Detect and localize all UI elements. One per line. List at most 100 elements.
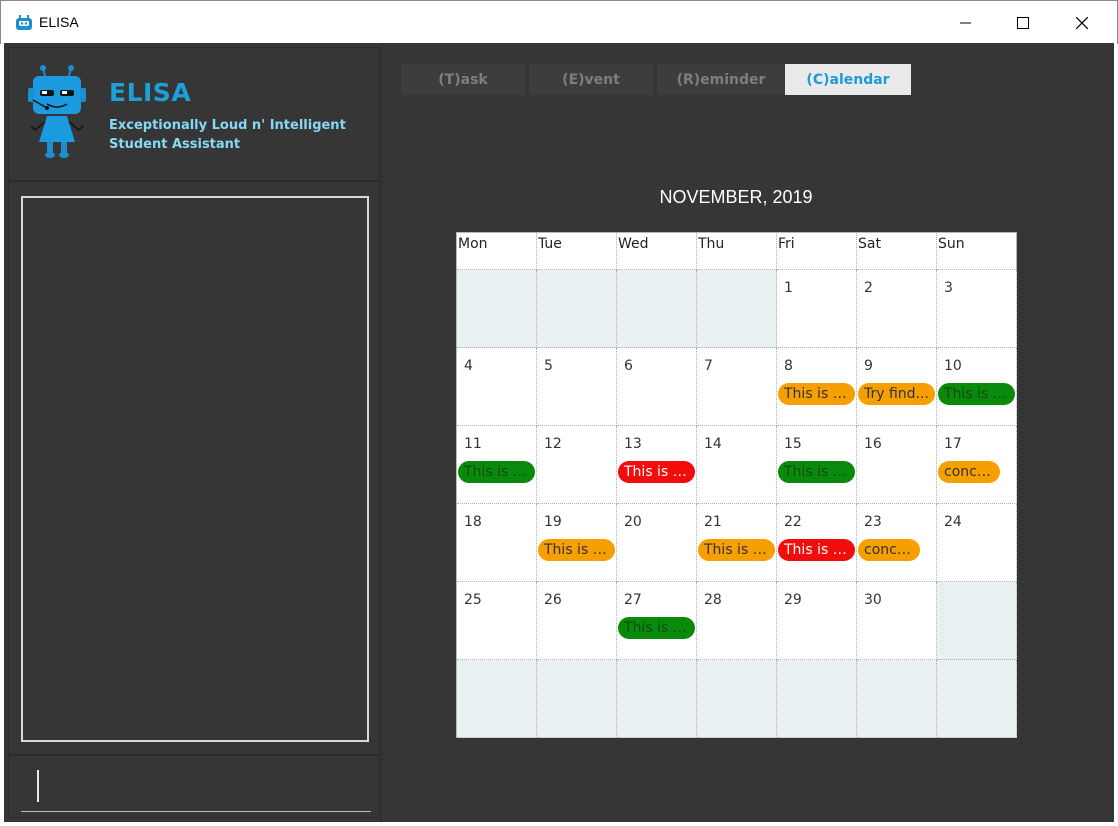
calendar-empty-cell [457,660,537,738]
calendar-day-cell[interactable]: 12 [537,426,617,504]
calendar-event-pill[interactable]: This is a... [458,461,535,483]
day-number: 6 [624,358,633,374]
day-number: 1 [784,280,793,296]
day-number: 27 [624,592,642,608]
calendar-empty-cell [697,660,777,738]
day-number: 19 [544,514,562,530]
calendar-empty-cell [697,270,777,348]
calendar-day-cell[interactable]: 5 [537,348,617,426]
calendar-event-pill[interactable]: This is e... [618,461,695,483]
chat-history-area[interactable] [21,196,369,742]
calendar-event-pill[interactable]: This is a... [778,539,855,561]
calendar-day-cell[interactable]: 1 [777,270,857,348]
calendar-event-pill[interactable]: Try find... [858,383,935,405]
calendar-day-cell[interactable]: 20 [617,504,697,582]
calendar-day-cell[interactable]: 13 This is e... [617,426,697,504]
calendar-day-cell[interactable]: 25 [457,582,537,660]
calendar-day-cell[interactable]: 22 This is a... [777,504,857,582]
command-input[interactable] [21,766,371,812]
calendar-empty-cell [537,270,617,348]
text-cursor [37,770,39,802]
close-button[interactable] [1053,1,1111,45]
calendar-day-cell[interactable]: 27 This is e... [617,582,697,660]
minimize-button[interactable] [937,1,995,45]
day-number: 14 [704,436,722,452]
weekday-header-mon: Mon [457,233,537,270]
chat-container [8,181,380,755]
calendar-event-pill[interactable]: This is e... [538,539,615,561]
tab-calendar[interactable]: (C)alendar [785,64,911,95]
tab-event[interactable]: (E)vent [529,64,653,95]
day-number: 12 [544,436,562,452]
day-number: 5 [544,358,553,374]
calendar-empty-cell [617,660,697,738]
day-number: 20 [624,514,642,530]
calendar-event-pill[interactable]: This is a... [778,383,855,405]
day-number: 10 [944,358,962,374]
calendar-day-cell[interactable]: 3 [937,270,1017,348]
calendar-day-cell[interactable]: 29 [777,582,857,660]
calendar-empty-cell [457,270,537,348]
day-number: 23 [864,514,882,530]
calendar-day-cell[interactable]: 17 concert [937,426,1017,504]
calendar-event-pill[interactable]: concert [938,461,1000,483]
weekday-header-tue: Tue [537,233,617,270]
calendar-day-cell[interactable]: 6 [617,348,697,426]
day-number: 30 [864,592,882,608]
calendar-day-cell[interactable]: 24 [937,504,1017,582]
calendar-day-cell[interactable]: 10 This is a... [937,348,1017,426]
calendar-event-pill[interactable]: concert [858,539,920,561]
calendar-empty-cell [537,660,617,738]
brand-subtitle: Exceptionally Loud n' Intelligent Studen… [109,116,369,154]
calendar-weekday-header: Mon Tue Wed Thu Fri Sat Sun [457,233,1017,270]
tab-task[interactable]: (T)ask [401,64,525,95]
calendar-event-pill[interactable]: This is e... [778,461,855,483]
weekday-header-fri: Fri [777,233,857,270]
tab-reminder[interactable]: (R)eminder [657,64,785,95]
calendar-day-cell[interactable]: 23 concert [857,504,937,582]
calendar-day-cell[interactable]: 11 This is a... [457,426,537,504]
calendar-day-cell[interactable]: 15 This is e... [777,426,857,504]
day-number: 8 [784,358,793,374]
brand-subtitle-line2: Student Assistant [109,137,241,152]
calendar-day-cell[interactable]: 26 [537,582,617,660]
window-title: ELISA [39,14,79,30]
calendar-empty-cell [857,660,937,738]
calendar-day-cell[interactable]: 16 [857,426,937,504]
calendar-event-pill[interactable]: This is e... [698,539,775,561]
calendar-empty-cell [937,660,1017,738]
day-number: 24 [944,514,962,530]
calendar-day-cell[interactable]: 2 [857,270,937,348]
calendar-empty-cell [617,270,697,348]
calendar-event-pill[interactable]: This is a... [938,383,1015,405]
day-number: 25 [464,592,482,608]
calendar-day-cell[interactable]: 9 Try find... [857,348,937,426]
calendar-month-title: NOVEMBER, 2019 [659,187,813,207]
day-number: 7 [704,358,713,374]
day-number: 29 [784,592,802,608]
calendar-day-cell[interactable]: 14 [697,426,777,504]
calendar-day-cell[interactable]: 7 [697,348,777,426]
calendar-event-pill[interactable]: This is e... [618,617,695,639]
brand-title: ELISA [109,78,192,107]
calendar-day-cell[interactable]: 19 This is e... [537,504,617,582]
maximize-button[interactable] [994,1,1052,45]
weekday-header-thu: Thu [697,233,777,270]
calendar-day-cell[interactable]: 21 This is e... [697,504,777,582]
calendar-empty-cell [777,660,857,738]
calendar-day-cell[interactable]: 18 [457,504,537,582]
calendar-day-cell[interactable]: 30 [857,582,937,660]
robot-mascot-logo [28,65,86,158]
day-number: 17 [944,436,962,452]
calendar-empty-cell [937,582,1017,660]
calendar-day-cell[interactable]: 28 [697,582,777,660]
day-number: 9 [864,358,873,374]
day-number: 15 [784,436,802,452]
calendar-day-cell[interactable]: 4 [457,348,537,426]
day-number: 11 [464,436,482,452]
day-number: 4 [464,358,473,374]
app-window: ELISA Exceptionally Loud n' Intelligent … [4,43,1114,822]
calendar-day-cell[interactable]: 8 This is a... [777,348,857,426]
left-panel: ELISA Exceptionally Loud n' Intelligent … [4,43,382,822]
day-number: 26 [544,592,562,608]
